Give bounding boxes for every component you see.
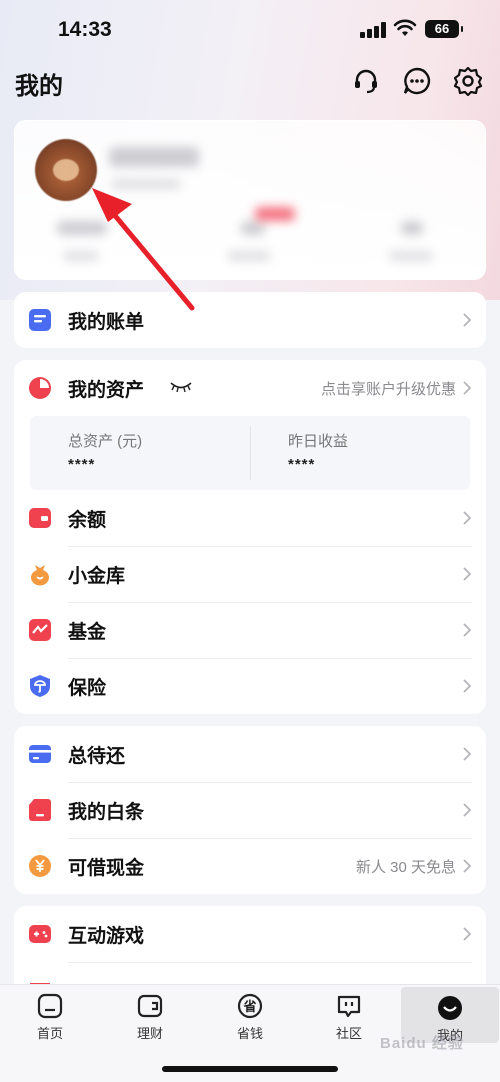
avatar[interactable] [35, 139, 97, 201]
chevron-right-icon [463, 313, 472, 327]
status-time: 14:33 [58, 18, 112, 41]
user-subtitle-blurred [111, 179, 181, 189]
fund-row[interactable]: 基金 [14, 602, 486, 658]
pie-chart-icon [29, 377, 51, 399]
yesterday-income-value: **** [288, 456, 316, 473]
assets-summary[interactable]: 总资产 (元) **** 昨日收益 **** [30, 416, 470, 490]
stat-1-value-blurred [57, 221, 107, 235]
baitiao-label: 我的白条 [68, 801, 145, 823]
stat-2-value-blurred [241, 221, 265, 235]
yesterday-income-label: 昨日收益 [288, 433, 349, 450]
balance-label: 余额 [68, 509, 107, 531]
baitiao-row[interactable]: 我的白条 [14, 782, 486, 838]
my-assets-row[interactable]: 我的资产 点击享账户升级优惠 [14, 360, 486, 416]
watermark: Baidu 经验 [380, 1035, 464, 1052]
fund-chart-icon [29, 619, 51, 641]
interactive-games-row[interactable]: 互动游戏 [14, 906, 486, 962]
insurance-label: 保险 [68, 677, 107, 699]
credit-card: 总待还 我的白条 可借现金 新人 30 天免息 [14, 726, 486, 894]
smile-face-icon [438, 996, 462, 1020]
cash-loan-label: 可借现金 [68, 857, 145, 879]
wifi-icon [393, 18, 417, 38]
interactive-games-label: 互动游戏 [68, 925, 145, 947]
chevron-right-icon [463, 679, 472, 693]
cellular-signal-icon [360, 22, 388, 38]
tab-save-money-label: 省钱 [236, 1026, 263, 1041]
total-due-label: 总待还 [68, 745, 126, 767]
stat-2-badge-blurred [255, 207, 295, 221]
vault-label: 小金库 [68, 565, 126, 587]
chevron-right-icon [463, 747, 472, 761]
cash-loan-row[interactable]: 可借现金 新人 30 天免息 [14, 838, 486, 894]
bill-icon [29, 309, 51, 331]
chevron-right-icon [463, 567, 472, 581]
save-money-icon: 省 [237, 993, 263, 1019]
username-blurred [109, 147, 199, 167]
tab-finance[interactable]: 理财 [101, 985, 199, 1041]
interest-free-promo: 新人 30 天免息 [355, 858, 456, 876]
chevron-right-icon [463, 381, 472, 395]
community-chat-icon [337, 995, 361, 1018]
my-bill-label: 我的账单 [68, 311, 145, 333]
fund-label: 基金 [68, 621, 107, 643]
stat-3-value-blurred [401, 221, 423, 235]
svg-text:省: 省 [242, 999, 256, 1015]
battery-icon: 66 [425, 20, 463, 38]
chevron-right-icon [463, 623, 472, 637]
gamepad-icon [29, 925, 51, 943]
insurance-row[interactable]: 保险 [14, 658, 486, 714]
tab-save-money[interactable]: 省 省钱 [201, 985, 299, 1041]
home-indicator [162, 1066, 338, 1072]
settings-icon[interactable] [453, 66, 483, 97]
bill-card: 我的账单 [14, 292, 486, 348]
chevron-right-icon [463, 859, 472, 873]
money-bag-icon [30, 565, 49, 586]
chevron-right-icon [463, 803, 472, 817]
tab-home-label: 首页 [36, 1026, 63, 1041]
my-assets-label: 我的资产 [68, 379, 145, 401]
shield-icon [30, 675, 50, 697]
profile-card[interactable] [14, 120, 486, 280]
page-title: 我的 [15, 73, 63, 100]
stat-2-label-blurred [227, 251, 271, 261]
stat-1-label-blurred [63, 251, 99, 261]
yuan-coin-icon [29, 855, 51, 877]
baitiao-icon [29, 799, 51, 821]
customer-service-icon[interactable] [351, 66, 381, 96]
balance-row[interactable]: 余额 [14, 490, 486, 546]
summary-divider [250, 426, 251, 480]
total-assets-label: 总资产 (元) [68, 433, 143, 450]
credit-card-icon [29, 745, 51, 763]
message-icon[interactable] [402, 66, 432, 96]
wallet-outline-icon [137, 994, 163, 1018]
tab-finance-label: 理财 [136, 1026, 163, 1041]
my-bill-row[interactable]: 我的账单 [14, 292, 486, 348]
stat-3-label-blurred [389, 251, 433, 261]
tab-home[interactable]: 首页 [1, 985, 99, 1041]
vault-row[interactable]: 小金库 [14, 546, 486, 602]
status-bar: 14:33 66 [0, 0, 500, 60]
total-assets-value: **** [68, 456, 96, 473]
wallet-icon [29, 508, 51, 528]
assets-card: 我的资产 点击享账户升级优惠 总资产 (元) **** 昨日收益 **** 余额… [14, 360, 486, 714]
hide-eye-icon[interactable] [170, 380, 192, 394]
chevron-right-icon [463, 511, 472, 525]
home-icon [37, 993, 63, 1019]
chevron-right-icon [463, 927, 472, 941]
total-due-row[interactable]: 总待还 [14, 726, 486, 782]
account-upgrade-promo[interactable]: 点击享账户升级优惠 [321, 378, 456, 399]
